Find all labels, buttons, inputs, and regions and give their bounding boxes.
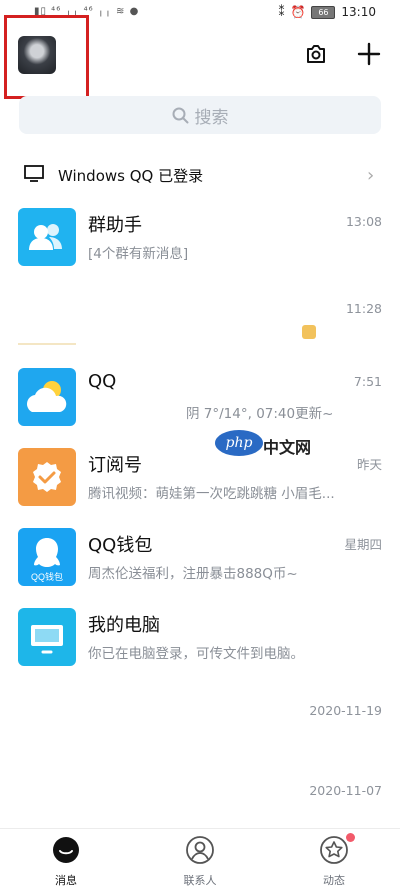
chat-title: QQ钱包 — [88, 535, 153, 556]
chat-time: 7:51 — [353, 374, 382, 389]
chat-title: 订阅号 — [88, 455, 142, 476]
chat-time: 11:28 — [345, 301, 382, 316]
chat-item-redacted[interactable]: 2020-11-19 — [0, 695, 400, 775]
search-icon — [172, 107, 188, 123]
battery-icon: 66 — [311, 5, 336, 19]
wallet-icon: QQ钱包 — [18, 528, 76, 586]
contacts-icon — [186, 836, 214, 864]
chat-item-weather[interactable]: QQ 阴 7°/14°, 07:40更新~ 7:51 — [0, 368, 400, 448]
chat-preview: 腾讯视频：萌娃第一次吃跳跳糖 小眉毛... — [88, 486, 335, 502]
chat-time: 昨天 — [356, 457, 382, 472]
computer-icon — [18, 608, 76, 666]
device-login-text: Windows QQ 已登录 — [58, 167, 204, 185]
chat-item-redacted[interactable]: 11:28 — [0, 293, 400, 373]
weather-icon — [18, 368, 76, 426]
watermark-logo: php — [215, 430, 263, 456]
chat-item-wallet[interactable]: QQ钱包 QQ钱包 周杰伦送福利，注册暴击888Q币~ 星期四 — [0, 528, 400, 608]
chat-time: 13:08 — [345, 214, 382, 229]
chat-item-my-computer[interactable]: 我的电脑 你已在电脑登录，可传文件到电脑。 — [0, 608, 400, 688]
status-right: ⁑ ⏰ 66 13:10 — [278, 5, 376, 19]
group-helper-icon — [18, 208, 76, 266]
chat-item-subscription[interactable]: 订阅号 腾讯视频：萌娃第一次吃跳跳糖 小眉毛... 昨天 — [0, 448, 400, 528]
tab-messages[interactable]: 消息 — [26, 835, 106, 888]
device-login-notice[interactable]: Windows QQ 已登录 › — [0, 155, 400, 195]
bottom-tab-bar: 消息 联系人 动态 — [0, 828, 400, 890]
tab-moments[interactable]: 动态 — [294, 835, 374, 888]
messages-icon — [53, 837, 79, 863]
chat-title: 群助手 — [88, 215, 142, 236]
alarm-icon: ⏰ — [290, 5, 306, 19]
tab-label: 动态 — [323, 874, 345, 887]
add-icon[interactable] — [357, 42, 381, 66]
chat-time: 2020-11-07 — [309, 783, 382, 798]
search-bar[interactable]: 搜索 — [19, 96, 381, 134]
moments-icon — [320, 836, 348, 864]
vibrate-icon: ⁑ — [278, 5, 285, 19]
watermark-text: 中文网 — [263, 438, 312, 457]
notification-dot — [346, 833, 355, 842]
tab-contacts[interactable]: 联系人 — [160, 835, 240, 888]
redacted-fragment — [18, 343, 76, 345]
chevron-right-icon: › — [367, 165, 375, 186]
chat-time: 星期四 — [344, 537, 382, 552]
thumbs-up-icon — [302, 325, 316, 339]
chat-time: 2020-11-19 — [309, 703, 382, 718]
chat-title: 我的电脑 — [88, 615, 160, 636]
tab-label: 消息 — [55, 874, 77, 887]
svg-text:QQ钱包: QQ钱包 — [31, 571, 63, 582]
subscription-icon — [18, 448, 76, 506]
highlight-box — [4, 15, 89, 99]
chat-preview: 周杰伦送福利，注册暴击888Q币~ — [88, 566, 298, 582]
clock: 13:10 — [341, 5, 376, 19]
tab-label: 联系人 — [183, 874, 217, 887]
chat-preview: 你已在电脑登录，可传文件到电脑。 — [88, 646, 304, 662]
search-placeholder: 搜索 — [194, 107, 229, 128]
chat-title: QQ — [88, 371, 117, 392]
chat-preview: 阴 7°/14°, 07:40更新~ — [186, 406, 334, 422]
camera-icon[interactable] — [305, 43, 327, 65]
chat-item-group-helper[interactable]: 群助手 [4个群有新消息] 13:08 — [0, 208, 400, 288]
chat-preview: [4个群有新消息] — [88, 246, 189, 262]
desktop-icon — [24, 165, 44, 187]
